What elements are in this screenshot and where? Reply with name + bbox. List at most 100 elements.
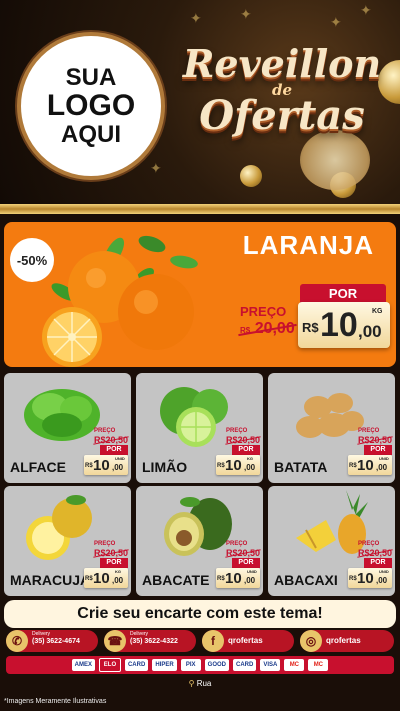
promo-banner[interactable]: Crie seu encarte com este tema! [4, 600, 396, 628]
product-name: BATATA [274, 459, 328, 475]
price-tag: R$ 10,00 UNID [348, 568, 392, 588]
footnote: *Imagens Meramente Ilustrativas [4, 698, 107, 705]
price-integer: 10 [357, 457, 374, 474]
payment-card-icon: CARD [233, 659, 257, 671]
contact-value: qrofertas [326, 636, 361, 645]
price-currency: R$ [349, 463, 357, 469]
por-label: POR [232, 558, 260, 568]
payment-visa-icon: VISA [260, 659, 281, 671]
product-card[interactable]: BATATA PREÇOR$20,50POR R$10,00 UNID [268, 373, 395, 483]
payment-mastercard-icon: MC [308, 659, 329, 671]
por-label: POR [364, 445, 392, 455]
preco-label: PREÇO [94, 428, 116, 434]
preco-label: PREÇO [240, 304, 287, 319]
campaign-title: Reveillon de Ofertas [172, 44, 392, 194]
product-name: MARACUJÁ [10, 572, 91, 588]
contact-bar: ✆ Delivery (35) 3622-4674 ☎ Delivery (35… [0, 630, 400, 652]
price-integer: 10 [93, 457, 110, 474]
por-label: POR [300, 284, 386, 304]
logo-line: AQUI [61, 120, 121, 148]
payment-good-icon: GOOD [204, 659, 229, 671]
product-card[interactable]: LIMÃO PREÇOR$20,50POR R$10,00 KG [136, 373, 263, 483]
facebook-icon: f [202, 630, 224, 652]
contact-whatsapp[interactable]: ✆ Delivery (35) 3622-4674 [6, 630, 98, 652]
old-price: R$ 20,00 [238, 320, 297, 338]
title-line: Reveillon [182, 41, 382, 86]
price-tag: R$ 10 ,00 KG [298, 302, 390, 348]
old-price: R$20,50 [93, 435, 129, 445]
price-currency: R$ [85, 463, 93, 469]
price-cents: ,00 [376, 576, 388, 585]
old-price: R$20,50 [357, 548, 393, 558]
location-pin-icon: ⚲ [188, 679, 195, 688]
hero-header: ✦ ✦ ✦ ✦ ✦ SUA LOGO AQUI Reveillon de Ofe… [0, 0, 400, 205]
payment-amex-icon: AMEX [71, 659, 95, 671]
preco-label: PREÇO [226, 541, 248, 547]
preco-label: PREÇO [94, 541, 116, 547]
contact-phone[interactable]: ☎ Delivery (35) 3622-4322 [104, 630, 196, 652]
price-unit: KG [372, 308, 383, 315]
price-unit: KG [247, 456, 253, 461]
price-unit: UNID [115, 456, 125, 461]
product-name: ABACATE [142, 572, 210, 588]
price-cents: ,00 [244, 463, 256, 472]
product-card[interactable]: ABACATE PREÇOR$20,50POR R$10,00 UNID [136, 486, 263, 596]
product-card[interactable]: ALFACE PREÇOR$20,50POR R$10,00 UNID [4, 373, 131, 483]
price-integer: 10 [93, 570, 110, 587]
logo-line: LOGO [46, 89, 136, 123]
price-tag: R$ 10,00 KG [216, 455, 260, 475]
contact-value: qrofertas [228, 636, 263, 645]
featured-product-card[interactable]: -50% LARANJA PREÇO R$ 20,00 POR R$ 10 ,0… [4, 222, 396, 367]
price-currency: R$ [217, 576, 225, 582]
product-name: ABACAXI [274, 572, 338, 588]
price-currency: R$ [349, 576, 357, 582]
product-card[interactable]: MARACUJÁ PREÇOR$20,50POR R$10,00 KG [4, 486, 131, 596]
featured-product-name: LARANJA [242, 230, 374, 260]
price-tag: R$ 10,00 KG [84, 568, 128, 588]
price-tag: R$ 10,00 UNID [216, 568, 260, 588]
payment-mastercard-icon: MC [284, 659, 305, 671]
price-integer: 10 [320, 306, 358, 344]
contact-value: (35) 3622-4322 [130, 638, 178, 645]
old-price: R$20,50 [225, 435, 261, 445]
contact-facebook[interactable]: f qrofertas [202, 630, 294, 652]
price-currency: R$ [85, 576, 93, 582]
preco-label: PREÇO [358, 428, 380, 434]
price-tag: R$ 10,00 UNID [348, 455, 392, 475]
payment-methods: AMEX ELO CARD HIPER PIX GOOD CARD VISA M… [6, 656, 394, 674]
sparkle-decoration: ✦ [360, 2, 372, 18]
old-price: R$20,50 [93, 548, 129, 558]
por-label: POR [100, 558, 128, 568]
preco-label: PREÇO [226, 428, 248, 434]
logo-placeholder[interactable]: SUA LOGO AQUI [17, 32, 165, 180]
instagram-icon: ◎ [300, 630, 322, 652]
price-tag: R$ 10,00 UNID [84, 455, 128, 475]
price-integer: 10 [225, 570, 242, 587]
phone-icon: ☎ [104, 630, 126, 652]
price-integer: 10 [225, 457, 242, 474]
product-name: LIMÃO [142, 459, 188, 475]
price-currency: R$ [302, 320, 319, 335]
product-card[interactable]: ABACAXI PREÇOR$20,50POR R$10,00 UNID [268, 486, 395, 596]
price-unit: UNID [379, 569, 389, 574]
price-currency: R$ [217, 463, 225, 469]
whatsapp-icon: ✆ [6, 630, 28, 652]
price-cents: ,00 [376, 463, 388, 472]
product-name: ALFACE [10, 459, 66, 475]
price-unit: UNID [379, 456, 389, 461]
price-cents: ,00 [112, 576, 124, 585]
contact-label: Delivery [32, 631, 51, 637]
payment-elo-icon: ELO [98, 658, 121, 672]
contact-label: Delivery [130, 631, 149, 637]
sparkle-decoration: ✦ [330, 14, 342, 30]
payment-card-icon: CARD [124, 659, 149, 671]
title-line: Ofertas [199, 92, 365, 139]
old-price: R$20,50 [225, 548, 261, 558]
preco-label: PREÇO [358, 541, 380, 547]
discount-badge: -50% [10, 238, 54, 282]
address-text: Rua [196, 679, 212, 688]
address: ⚲ Rua [0, 679, 400, 693]
por-label: POR [364, 558, 392, 568]
contact-instagram[interactable]: ◎ qrofertas [300, 630, 394, 652]
price-cents: ,00 [358, 322, 382, 341]
